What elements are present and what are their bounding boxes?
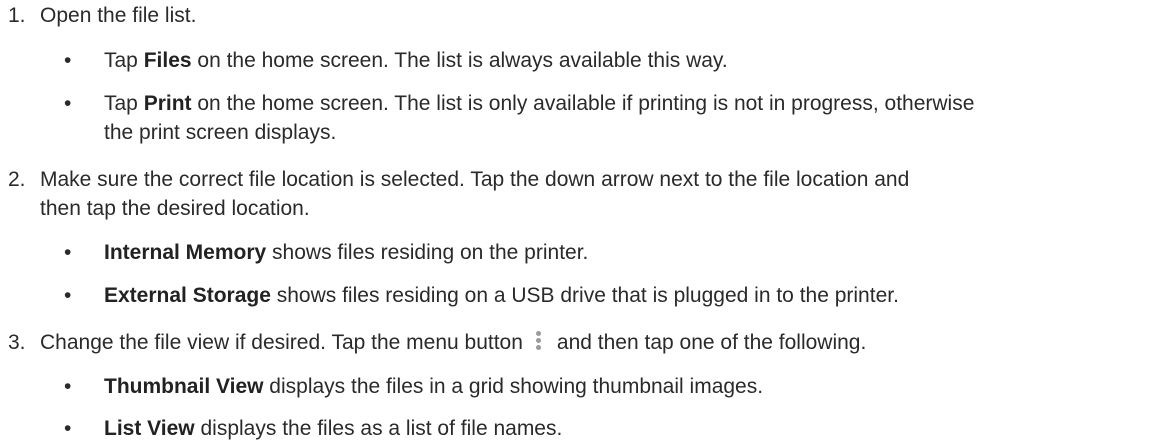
step-text: Change the file view if desired. Tap the… bbox=[40, 330, 867, 354]
step-text: Open the file list. bbox=[40, 4, 197, 27]
vertical-ellipsis-menu-icon bbox=[535, 330, 543, 352]
bullet-text: Internal Memory shows files residing on … bbox=[104, 241, 589, 264]
bullet-text: Tap Print on the home screen. The list i… bbox=[104, 92, 975, 115]
bullet-marker: • bbox=[64, 284, 72, 307]
bullet-marker: • bbox=[64, 92, 72, 115]
bold-term: Print bbox=[143, 92, 192, 115]
bold-term: External Storage bbox=[104, 284, 271, 307]
bullet-marker: • bbox=[64, 375, 72, 398]
bullet-text: List View displays the files as a list o… bbox=[104, 417, 563, 440]
bold-term: List View bbox=[104, 417, 195, 440]
step-number: 1. bbox=[8, 4, 26, 27]
bullet-marker: • bbox=[64, 241, 72, 264]
step-number: 2. bbox=[8, 168, 26, 191]
bullet-text: Tap Files on the home screen. The list i… bbox=[104, 49, 728, 72]
bold-term: Internal Memory bbox=[104, 241, 267, 264]
bullet-text: Thumbnail View displays the files in a g… bbox=[104, 375, 764, 398]
bold-term: Thumbnail View bbox=[104, 375, 264, 398]
bullet-marker: • bbox=[64, 49, 72, 72]
bullet-marker: • bbox=[64, 417, 72, 440]
bullet-text: External Storage shows files residing on… bbox=[104, 284, 899, 307]
step-number: 3. bbox=[8, 331, 26, 354]
bold-term: Files bbox=[143, 49, 192, 72]
bullet-text-cont: the print screen displays. bbox=[104, 121, 337, 144]
step-text-cont: then tap the desired location. bbox=[40, 197, 310, 220]
step-text: Make sure the correct file location is s… bbox=[40, 168, 910, 191]
